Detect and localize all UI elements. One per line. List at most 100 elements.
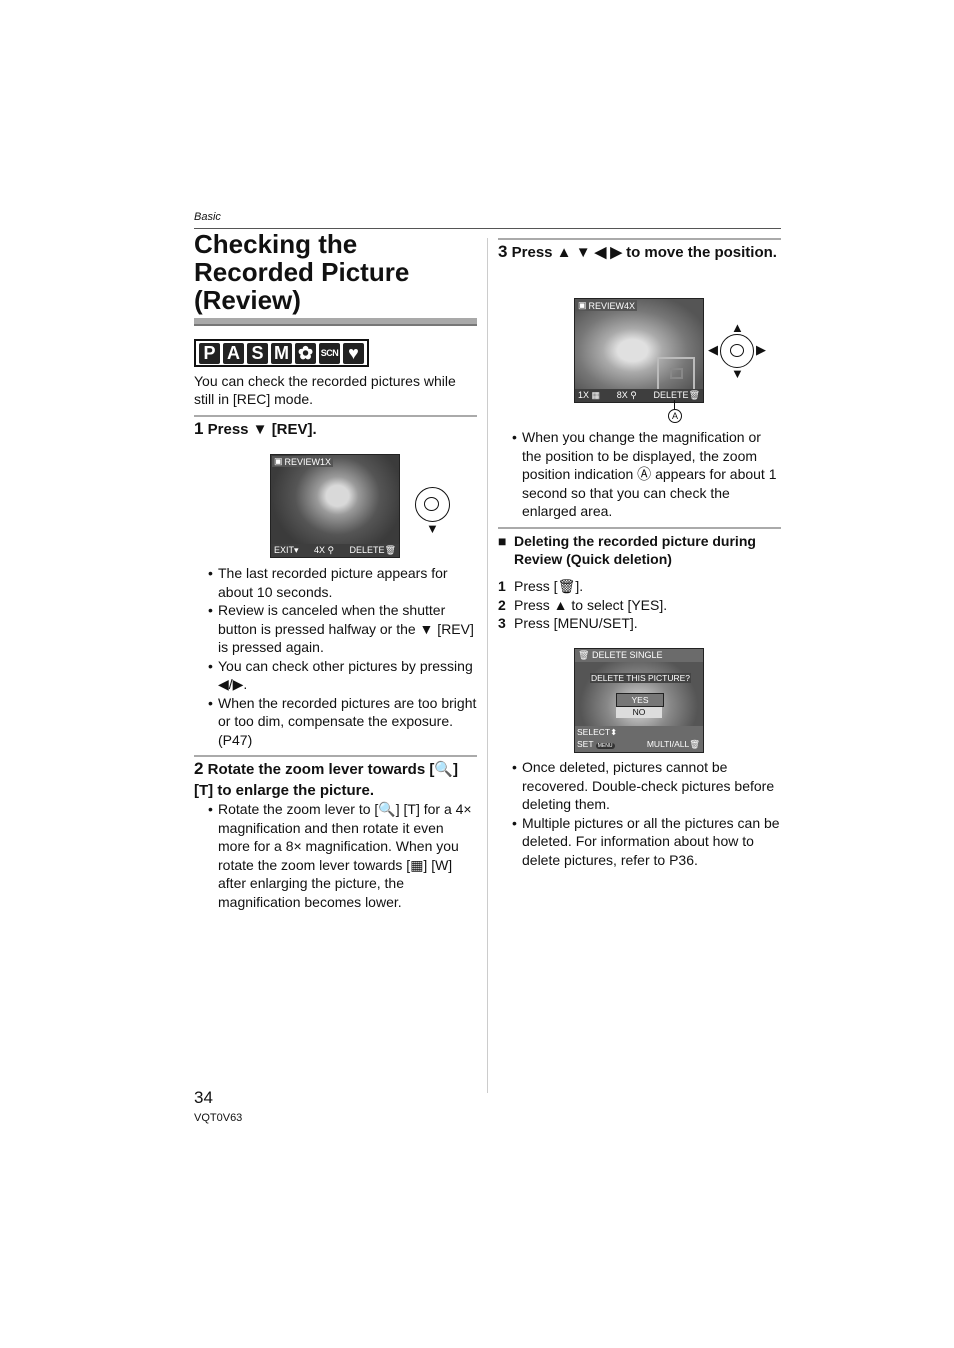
list-item: 3 Press [MENU/SET]. xyxy=(498,614,778,633)
lcd-title: DELETE SINGLE xyxy=(591,650,663,660)
note: Multiple pictures or all the pictures ca… xyxy=(512,814,782,870)
down-arrow-icon: ▼ xyxy=(731,366,744,381)
dpad-down-diagram: ▼ xyxy=(415,487,451,536)
menu-set-icon: MENU xyxy=(595,743,615,749)
note: Once deleted, pictures cannot be recover… xyxy=(512,758,782,814)
wide-icon: ▦ xyxy=(591,390,601,400)
simple-mode-icon: ♥ xyxy=(343,342,364,364)
up-down-icon: ⬍ xyxy=(610,727,618,737)
dpad-center xyxy=(424,497,439,511)
divider xyxy=(194,415,477,417)
delete-confirm-screen: 🗑 DELETE SINGLE DELETE THIS PICTURE? YES… xyxy=(574,648,704,753)
lcd-zoom-label: 4X xyxy=(313,545,325,555)
step2-heading: 2 Rotate the zoom lever towards [🔍] [T] … xyxy=(194,758,479,801)
quick-delete-notes: Once deleted, pictures cannot be recover… xyxy=(512,758,782,869)
step-number: 3 xyxy=(498,615,506,631)
dpad-all-diagram: ▲ ◀ ▶ ▼ xyxy=(708,320,766,381)
step-number: 1 xyxy=(498,578,506,594)
callout-a: A xyxy=(668,409,682,423)
divider xyxy=(498,238,781,240)
note: The last recorded picture appears for ab… xyxy=(208,564,478,601)
lcd-footer: SELECT⬍ SET MENU MULTI/ALL🗑 xyxy=(575,726,703,752)
yes-option[interactable]: YES xyxy=(616,693,664,707)
trash-icon: 🗑 xyxy=(578,650,590,660)
shutter-priority-icon: S xyxy=(247,342,268,364)
lcd-exit-label: EXIT xyxy=(274,545,295,555)
note: When you change the magnification or the… xyxy=(512,428,782,521)
multi-all-label: MULTI/ALL xyxy=(646,739,690,749)
right-arrow-icon: ▶ xyxy=(756,342,766,357)
step3-heading: 3 Press ▲ ▼ ◀ ▶ to move the position. xyxy=(498,241,778,263)
divider xyxy=(194,755,477,757)
note: Rotate the zoom lever to [🔍] [T] for a 4… xyxy=(208,800,478,911)
delete-question: DELETE THIS PICTURE? xyxy=(590,673,692,683)
step-text: Press [MENU/SET]. xyxy=(514,615,638,631)
note: You can check other pictures by pressing… xyxy=(208,657,478,694)
step-text: Press [🗑]. xyxy=(514,578,584,594)
lcd-bottom-bar: EXIT▾ 4X ⚲ DELETE🗑 xyxy=(271,544,399,557)
list-item: 2 Press ▲ to select [YES]. xyxy=(498,596,778,615)
trash-icon: 🗑 xyxy=(384,545,396,555)
lcd-bottom-bar: 1X ▦ 8X ⚲ DELETE🗑 xyxy=(575,389,703,402)
dpad-center xyxy=(730,344,744,357)
lcd-title-bar: 🗑 DELETE SINGLE xyxy=(575,649,703,662)
step-text: Press ▼ [REV]. xyxy=(207,421,317,438)
divider xyxy=(498,527,781,529)
step-number: 1 xyxy=(194,419,204,438)
page-number: 34 xyxy=(194,1088,213,1107)
zoom-position-indicator xyxy=(670,368,683,379)
zoom-position-frame xyxy=(657,357,695,391)
set-label: SET xyxy=(577,739,594,749)
lcd-top-bar: ▣ REVIEW4X xyxy=(576,300,638,311)
magnifier-icon: ⚲ xyxy=(630,390,637,400)
magnifier-icon: ⚲ xyxy=(327,545,335,555)
scene-mode-icon: SCN xyxy=(319,342,340,364)
lcd-1x-label: 1X xyxy=(578,390,590,400)
page-title: Checking the Recorded Picture (Review) xyxy=(194,229,410,315)
section-label: Basic xyxy=(194,211,221,223)
intro-text: You can check the recorded pictures whil… xyxy=(194,373,456,407)
document-code: VQT0V63 xyxy=(194,1112,243,1124)
step-number: 2 xyxy=(498,596,506,613)
manual-mode-icon: M xyxy=(271,342,292,364)
down-arrow-icon: ▼ xyxy=(426,521,439,536)
step2-notes: Rotate the zoom lever to [🔍] [T] for a 4… xyxy=(208,800,478,911)
square-bullet-icon: ■ xyxy=(498,533,507,549)
lcd-top-bar: ▣ REVIEW1X xyxy=(272,456,334,467)
trash-icon: 🗑 xyxy=(688,390,700,400)
aperture-priority-icon: A xyxy=(223,342,244,364)
step-number: 2 xyxy=(194,759,204,778)
lcd-delete-label: DELETE xyxy=(653,390,689,400)
macro-mode-icon: ✿ xyxy=(295,342,316,364)
heading-text: Deleting the recorded picture during Rev… xyxy=(514,533,756,567)
quick-delete-steps: 1 Press [🗑]. 2 Press ▲ to select [YES]. 3P… xyxy=(498,577,778,633)
lcd-delete-label: DELETE xyxy=(349,545,385,555)
left-arrow-icon: ◀ xyxy=(708,342,718,357)
photo-portrait xyxy=(271,455,399,557)
no-option[interactable]: NO xyxy=(616,707,662,718)
review-1x-screen: ▣ REVIEW1X EXIT▾ 4X ⚲ DELETE🗑 xyxy=(270,454,400,558)
down-arrow-icon: ▾ xyxy=(294,545,299,555)
lcd-mode-label: REVIEW1X xyxy=(284,456,332,467)
note: When the recorded pictures are too brigh… xyxy=(208,694,478,750)
step-text: Rotate the zoom lever towards [🔍] [T] to… xyxy=(194,761,459,799)
step1-notes: The last recorded picture appears for ab… xyxy=(208,564,478,749)
review-icon: ▣ xyxy=(578,300,587,310)
review-icon: ▣ xyxy=(274,456,283,466)
step3-notes: When you change the magnification or the… xyxy=(512,428,782,521)
step-text: Press ▲ ▼ ◀ ▶ to move the position. xyxy=(511,244,777,261)
step-text: Press ▲ to select [YES]. xyxy=(514,596,668,613)
review-4x-screen: ▣ REVIEW4X 1X ▦ 8X ⚲ DELETE🗑 xyxy=(574,298,704,403)
program-mode-icon: P xyxy=(199,342,220,364)
step1-heading: 1 Press ▼ [REV]. xyxy=(194,418,479,440)
list-item: 1 Press [🗑]. xyxy=(498,577,778,596)
note: Review is canceled when the shutter butt… xyxy=(208,601,478,657)
lcd-zoom-label: 8X xyxy=(616,390,628,400)
mode-icons: P A S M ✿ SCN ♥ xyxy=(194,339,369,367)
title-underline xyxy=(194,318,477,326)
select-label: SELECT xyxy=(577,727,611,737)
up-arrow-icon: ▲ xyxy=(731,320,744,335)
step-number: 3 xyxy=(498,242,508,261)
column-divider xyxy=(487,238,488,1093)
quick-delete-heading: ■ Deleting the recorded picture during R… xyxy=(498,532,778,568)
